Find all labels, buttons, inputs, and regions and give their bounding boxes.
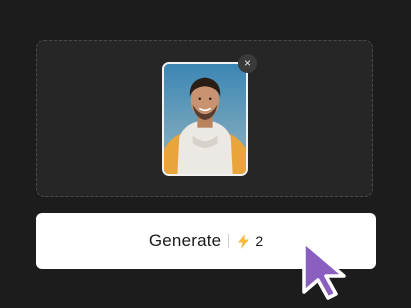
divider (228, 234, 230, 248)
uploaded-image-thumbnail (162, 62, 248, 176)
lightning-bolt-icon (238, 233, 250, 249)
generate-panel: × Generate 2 (0, 0, 411, 308)
generate-button-label: Generate (148, 231, 222, 250)
portrait-photo (164, 64, 246, 174)
remove-image-button[interactable]: × (238, 54, 257, 73)
generate-button[interactable]: Generate 2 (36, 213, 376, 269)
close-icon: × (243, 56, 251, 70)
credit-cost: 2 (255, 233, 264, 249)
